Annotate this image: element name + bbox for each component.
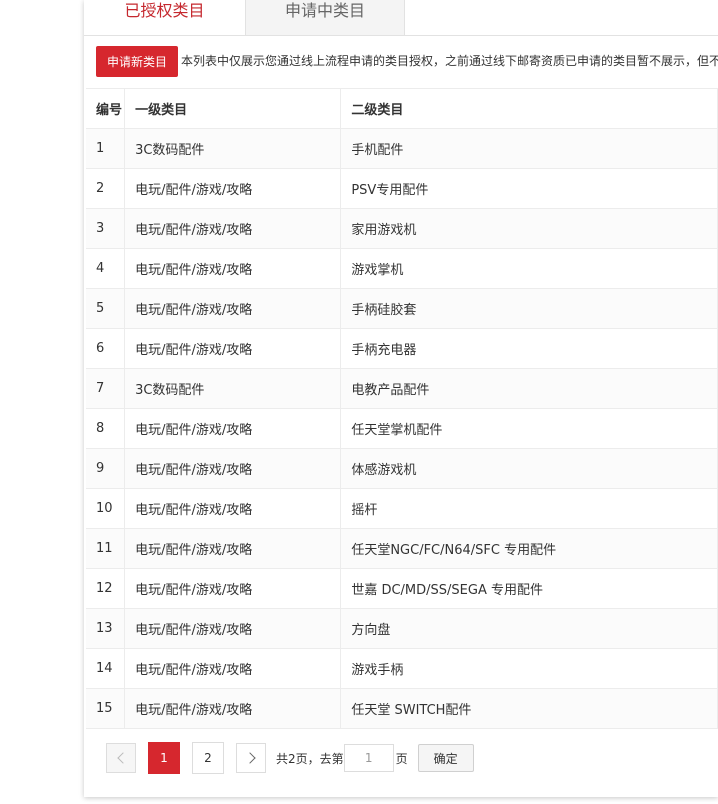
category-table: 编号 一级类目 二级类目 1 3C数码配件 手机配件 2 电玩/配件/游戏/攻略 PSV专… [86,88,718,729]
table-row: 10 电玩/配件/游戏/攻略 摇杆 [86,488,718,529]
cell-level2: 方向盘 [340,608,718,649]
tab-pending[interactable]: 申请中类目 [245,0,405,36]
cell-no: 8 [86,408,126,449]
cell-level2: 任天堂 SWITCH配件 [340,688,718,729]
cell-no: 15 [86,688,126,729]
cell-level2: 任天堂掌机配件 [340,408,718,449]
table-body: 1 3C数码配件 手机配件 2 电玩/配件/游戏/攻略 PSV专用配件 3 电玩/配件/游戏/… [86,128,718,729]
cell-no: 7 [86,368,126,409]
cell-no: 6 [86,328,126,369]
cell-no: 9 [86,448,126,489]
cell-level2: 游戏掌机 [340,248,718,289]
cell-no: 4 [86,248,126,289]
header-no: 编号 [86,88,126,129]
page-button-1[interactable]: 1 [148,742,180,774]
table-row: 14 电玩/配件/游戏/攻略 游戏手柄 [86,648,718,689]
cell-level1: 电玩/配件/游戏/攻略 [124,168,342,209]
table-row: 6 电玩/配件/游戏/攻略 手柄充电器 [86,328,718,369]
table-header-row: 编号 一级类目 二级类目 [86,88,718,129]
cell-level1: 电玩/配件/游戏/攻略 [124,248,342,289]
cell-level1: 电玩/配件/游戏/攻略 [124,688,342,729]
page-button-2[interactable]: 2 [192,742,224,774]
table-row: 5 电玩/配件/游戏/攻略 手柄硅胶套 [86,288,718,329]
pagination: 1 2 共2页，去第 页 确定 [106,742,474,774]
cell-level2: 手柄硅胶套 [340,288,718,329]
table-row: 11 电玩/配件/游戏/攻略 任天堂NGC/FC/N64/SFC 专用配件 [86,528,718,569]
cell-no: 10 [86,488,126,529]
cell-level1: 电玩/配件/游戏/攻略 [124,568,342,609]
cell-level2: 手柄充电器 [340,328,718,369]
cell-level1: 电玩/配件/游戏/攻略 [124,328,342,369]
tab-content: 申请新类目 本列表中仅展示您通过线上流程申请的类目授权，之前通过线下邮寄资质已申… [84,36,718,797]
table-row: 8 电玩/配件/游戏/攻略 任天堂掌机配件 [86,408,718,449]
cell-level1: 3C数码配件 [124,128,342,169]
table-row: 12 电玩/配件/游戏/攻略 世嘉 DC/MD/SS/SEGA 专用配件 [86,568,718,609]
cell-level1: 电玩/配件/游戏/攻略 [124,448,342,489]
tab-bar: 已授权类目 申请中类目 [84,0,718,36]
notice-text: 本列表中仅展示您通过线上流程申请的类目授权，之前通过线下邮寄资质已申请的类目暂不… [181,54,718,68]
cell-level1: 电玩/配件/游戏/攻略 [124,648,342,689]
table-row: 1 3C数码配件 手机配件 [86,128,718,169]
tab-authorized[interactable]: 已授权类目 [84,0,245,36]
goto-page-input[interactable] [343,744,394,772]
table-row: 9 电玩/配件/游戏/攻略 体感游戏机 [86,448,718,489]
total-pages-text: 共2页，去第 [276,751,344,766]
cell-level1: 电玩/配件/游戏/攻略 [124,488,342,529]
confirm-goto-button[interactable]: 确定 [417,744,474,772]
cell-level1: 3C数码配件 [124,368,342,409]
cell-level2: 家用游戏机 [340,208,718,249]
cell-no: 12 [86,568,126,609]
cell-level2: 摇杆 [340,488,718,529]
cell-level2: 体感游戏机 [340,448,718,489]
page: 已授权类目 申请中类目 申请新类目 本列表中仅展示您通过线上流程申请的类目授权，… [0,0,718,804]
table-row: 2 电玩/配件/游戏/攻略 PSV专用配件 [86,168,718,209]
cell-no: 2 [86,168,126,209]
header-level1: 一级类目 [124,88,342,129]
cell-level2: 手机配件 [340,128,718,169]
cell-level1: 电玩/配件/游戏/攻略 [124,208,342,249]
cell-level1: 电玩/配件/游戏/攻略 [124,528,342,569]
cell-level2: 电教产品配件 [340,368,718,409]
cell-no: 14 [86,648,126,689]
cell-level1: 电玩/配件/游戏/攻略 [124,608,342,649]
cell-level1: 电玩/配件/游戏/攻略 [124,288,342,329]
cell-level2: 世嘉 DC/MD/SS/SEGA 专用配件 [340,568,718,609]
cell-no: 13 [86,608,126,649]
cell-no: 1 [86,128,126,169]
cell-level2: 游戏手柄 [340,648,718,689]
cell-no: 5 [86,288,126,329]
header-level2: 二级类目 [340,88,718,129]
cell-no: 3 [86,208,126,249]
next-page-button[interactable] [236,743,266,773]
cell-level1: 电玩/配件/游戏/攻略 [124,408,342,449]
cell-level2: 任天堂NGC/FC/N64/SFC 专用配件 [340,528,718,569]
chevron-right-icon [243,752,256,764]
prev-page-button[interactable] [106,743,136,773]
table-row: 13 电玩/配件/游戏/攻略 方向盘 [86,608,718,649]
cell-no: 11 [86,528,126,569]
apply-new-category-button[interactable]: 申请新类目 [96,46,178,77]
table-row: 7 3C数码配件 电教产品配件 [86,368,718,409]
table-row: 15 电玩/配件/游戏/攻略 任天堂 SWITCH配件 [86,688,718,729]
table-row: 4 电玩/配件/游戏/攻略 游戏掌机 [86,248,718,289]
table-row: 3 电玩/配件/游戏/攻略 家用游戏机 [86,208,718,249]
page-suffix-text: 页 [395,751,408,766]
chevron-left-icon [116,752,129,764]
cell-level2: PSV专用配件 [340,168,718,209]
